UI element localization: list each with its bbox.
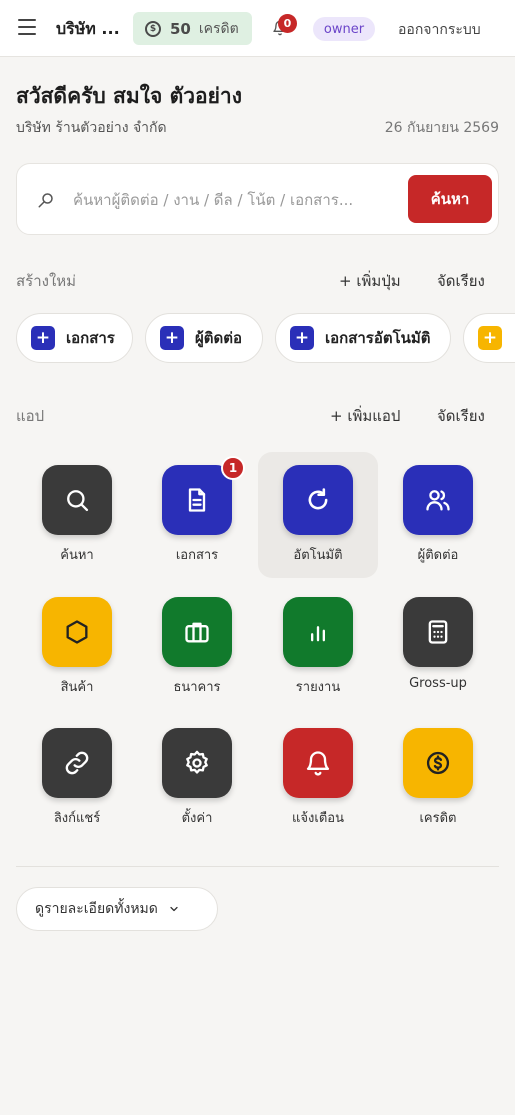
app-label: สินค้า: [60, 680, 94, 695]
app-tile: [283, 597, 353, 667]
role-badge: owner: [313, 17, 375, 41]
current-date: 26 กันยายน 2569: [384, 120, 499, 136]
coin-icon: [426, 751, 450, 775]
app-label: อัตโนมัติ: [293, 548, 343, 563]
details-label: ดูรายละเอียดทั้งหมด: [35, 901, 158, 917]
credits-count: 50: [170, 19, 191, 38]
app-documents[interactable]: 1 เอกสาร: [137, 452, 257, 578]
add-app-link[interactable]: + เพิ่มแอป: [330, 404, 400, 428]
app-tile: [42, 465, 112, 535]
app-tile: [403, 728, 473, 798]
refresh-icon: [308, 488, 328, 510]
plus-icon: +: [31, 326, 55, 350]
quick-create-title: สร้างใหม่: [16, 272, 77, 290]
quick-create-more-chip[interactable]: +: [463, 313, 515, 363]
quick-create-chips: + เอกสาร + ผู้ติดต่อ + เอกสารอัตโนมัติ +: [16, 313, 515, 363]
app-tile: [42, 597, 112, 667]
plus-icon: +: [478, 326, 502, 350]
app-settings[interactable]: ตั้งค่า: [137, 715, 257, 841]
app-credits[interactable]: เครดิต: [378, 715, 498, 841]
app-label: ผู้ติดต่อ: [417, 548, 459, 563]
sort-apps-link[interactable]: จัดเรียง: [437, 404, 485, 428]
chip-label: เอกสารอัตโนมัติ: [325, 329, 431, 347]
top-bar: บริษัท ... $ 50 เครดิต 0 owner ออกจากระบ…: [0, 0, 515, 57]
app-label: Gross-up: [409, 676, 467, 691]
app-contacts[interactable]: ผู้ติดต่อ: [378, 452, 498, 578]
app-label: ตั้งค่า: [181, 811, 213, 826]
briefcase-icon: [185, 622, 209, 643]
app-notifications[interactable]: แจ้งเตือน: [258, 715, 378, 841]
plus-icon: +: [290, 326, 314, 350]
chevron-down-icon: [170, 906, 178, 912]
app-search[interactable]: ค้นหา: [17, 452, 137, 578]
logout-link[interactable]: ออกจากระบบ: [398, 19, 481, 41]
section-divider: [16, 866, 499, 867]
credits-badge[interactable]: $ 50 เครดิต: [133, 12, 252, 45]
app-tile: [162, 465, 232, 535]
chip-label: ผู้ติดต่อ: [195, 329, 243, 347]
greeting-title: สวัสดีครับ สมใจ ตัวอย่าง: [16, 84, 242, 108]
app-bank[interactable]: ธนาคาร: [137, 584, 257, 710]
plus-icon: +: [160, 326, 184, 350]
app-tile: [162, 597, 232, 667]
quick-create-contact-chip[interactable]: + ผู้ติดต่อ: [145, 313, 263, 363]
link-icon: [65, 751, 89, 775]
quick-create-document-chip[interactable]: + เอกสาร: [16, 313, 133, 363]
app-tile: [42, 728, 112, 798]
app-label: เอกสาร: [175, 548, 219, 563]
coin-icon: $: [145, 20, 161, 37]
users-icon: [426, 490, 450, 511]
app-gross-up[interactable]: Gross-up: [378, 584, 498, 710]
company-switcher[interactable]: บริษัท ...: [56, 17, 120, 42]
app-products[interactable]: สินค้า: [17, 584, 137, 710]
sort-quick-create-link[interactable]: จัดเรียง: [437, 269, 485, 293]
credits-label: เครดิต: [198, 20, 239, 37]
app-label: รายงาน: [295, 680, 341, 695]
app-tile: [403, 597, 473, 667]
chip-label: เอกสาร: [66, 329, 115, 347]
app-label: ค้นหา: [60, 548, 94, 563]
search-icon: [38, 193, 53, 208]
app-badge: 1: [221, 456, 245, 480]
quick-create-auto-document-chip[interactable]: + เอกสารอัตโนมัติ: [275, 313, 451, 363]
global-search-box: ค้นหา: [16, 163, 499, 235]
app-label: ธนาคาร: [173, 680, 221, 695]
app-automation[interactable]: อัตโนมัติ: [258, 452, 378, 578]
add-button-link[interactable]: + เพิ่มปุ่ม: [339, 269, 401, 293]
app-label: ลิงก์แชร์: [53, 811, 101, 826]
app-reports[interactable]: รายงาน: [258, 584, 378, 710]
bell-icon: [306, 751, 330, 776]
app-label: เครดิต: [419, 811, 457, 826]
document-icon: [188, 488, 206, 512]
app-tile: [162, 728, 232, 798]
app-tile: [283, 465, 353, 535]
hamburger-menu-icon[interactable]: [18, 19, 38, 37]
app-tile: [283, 728, 353, 798]
search-icon: [67, 490, 89, 512]
app-tile: [403, 465, 473, 535]
apps-title: แอป: [16, 407, 45, 425]
hexagon-icon: [66, 620, 88, 644]
view-all-details-button[interactable]: ดูรายละเอียดทั้งหมด: [16, 887, 218, 931]
notification-count-badge: 0: [278, 14, 297, 33]
search-button[interactable]: ค้นหา: [408, 175, 492, 223]
gear-icon: [186, 750, 208, 774]
app-label: แจ้งเตือน: [292, 811, 344, 826]
bar-chart-icon: [311, 626, 325, 642]
company-full-name: บริษัท ร้านตัวอย่าง จำกัด: [16, 120, 167, 136]
calculator-icon: [428, 620, 448, 644]
app-share-links[interactable]: ลิงก์แชร์: [17, 715, 137, 841]
search-input[interactable]: [73, 184, 403, 216]
